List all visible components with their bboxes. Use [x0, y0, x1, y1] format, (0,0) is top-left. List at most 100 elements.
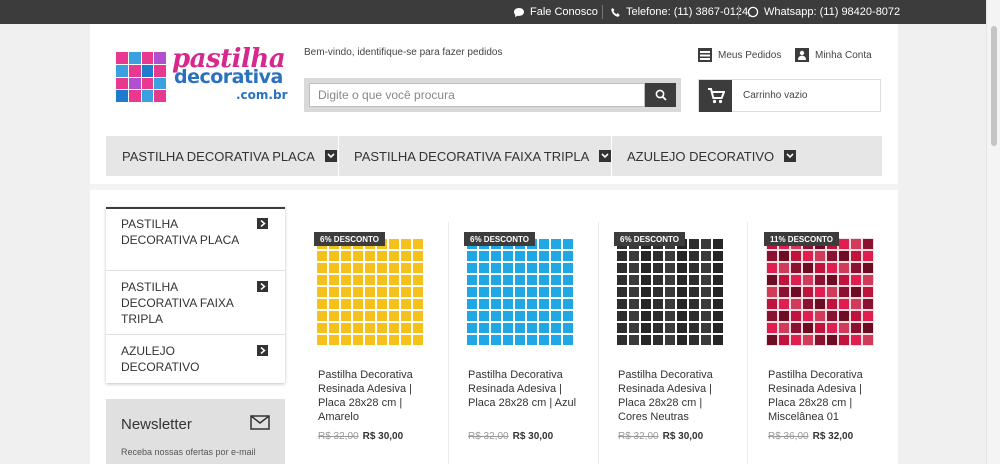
mosaic-tile — [503, 299, 513, 309]
mosaic-tile — [701, 263, 711, 273]
mosaic-tile — [389, 299, 399, 309]
mosaic-tile — [863, 335, 873, 345]
nav-item-azulejo[interactable]: AZULEJO DECORATIVO — [627, 136, 797, 176]
mosaic-tile — [341, 287, 351, 297]
mosaic-tile — [665, 323, 675, 333]
mosaic-tile — [503, 275, 513, 285]
my-account-link[interactable]: Minha Conta — [795, 48, 872, 62]
mosaic-tile — [653, 335, 663, 345]
mosaic-tile — [689, 263, 699, 273]
cart-box[interactable]: Carrinho vazio — [698, 79, 881, 112]
sidebar-item-faixa-tripla[interactable]: PASTILHA DECORATIVA FAIXA TRIPLA — [106, 272, 285, 335]
mosaic-tile — [467, 335, 477, 345]
mosaic-tile — [551, 335, 561, 345]
newsletter-subtitle: Receba nossas ofertas por e-mail — [121, 447, 256, 457]
mosaic-tile — [365, 287, 375, 297]
scrollbar-thumb[interactable] — [991, 26, 997, 146]
mosaic-tile — [863, 299, 873, 309]
mosaic-tile — [629, 275, 639, 285]
site-logo[interactable]: pastilha decorativa .com.br — [116, 44, 288, 106]
mosaic-tile — [779, 263, 789, 273]
mosaic-tile — [653, 323, 663, 333]
mosaic-tile — [491, 251, 501, 261]
mosaic-tile — [353, 251, 363, 261]
phone-link[interactable]: Telefone: (11) 3867-0124 — [610, 0, 748, 24]
vertical-scrollbar[interactable] — [986, 0, 1000, 464]
mosaic-tile — [779, 275, 789, 285]
product-name[interactable]: Pastilha Decorativa Resinada Adesiva | P… — [768, 368, 883, 424]
mosaic-tile — [815, 287, 825, 297]
mosaic-tile — [527, 299, 537, 309]
mosaic-tile — [329, 263, 339, 273]
mosaic-tile — [629, 263, 639, 273]
divider — [738, 5, 739, 19]
mosaic-tile — [827, 263, 837, 273]
mosaic-tile — [479, 251, 489, 261]
search-bar — [304, 78, 681, 112]
product-image[interactable] — [616, 238, 724, 346]
sidebar-item-azulejo[interactable]: AZULEJO DECORATIVO — [106, 336, 285, 383]
product-card[interactable]: 6% DESCONTO Pastilha Decorativa Resinada… — [448, 222, 598, 464]
mosaic-tile — [353, 263, 363, 273]
mosaic-tile — [815, 299, 825, 309]
product-name[interactable]: Pastilha Decorativa Resinada Adesiva | P… — [618, 368, 733, 424]
mosaic-tile — [413, 311, 423, 321]
product-image[interactable] — [766, 238, 874, 346]
search-button[interactable] — [645, 83, 676, 107]
product-card[interactable]: 6% DESCONTO Pastilha Decorativa Resinada… — [298, 222, 448, 464]
search-input[interactable] — [309, 83, 645, 107]
mosaic-tile — [479, 299, 489, 309]
product-image[interactable] — [316, 238, 424, 346]
mosaic-tile — [563, 287, 573, 297]
divider — [338, 136, 339, 176]
mosaic-tile — [677, 299, 687, 309]
mosaic-tile — [677, 251, 687, 261]
my-orders-link[interactable]: Meus Pedidos — [698, 48, 781, 62]
mosaic-tile — [539, 251, 549, 261]
mosaic-tile — [563, 311, 573, 321]
mosaic-tile — [413, 251, 423, 261]
mosaic-tile — [329, 323, 339, 333]
nav-item-placa[interactable]: PASTILHA DECORATIVA PLACA — [122, 136, 337, 176]
mosaic-tile — [767, 311, 777, 321]
product-name[interactable]: Pastilha Decorativa Resinada Adesiva | P… — [468, 368, 583, 410]
mosaic-tile — [563, 323, 573, 333]
discount-badge: 6% DESCONTO — [464, 232, 535, 246]
product-card[interactable]: 11% DESCONTO Pastilha Decorativa Resinad… — [748, 222, 898, 464]
mosaic-tile — [629, 299, 639, 309]
mosaic-tile — [629, 335, 639, 345]
whatsapp-link[interactable]: Whatsapp: (11) 98420-8072 — [747, 0, 900, 24]
mosaic-tile — [401, 311, 411, 321]
mosaic-tile — [389, 311, 399, 321]
nav-item-faixa-tripla[interactable]: PASTILHA DECORATIVA FAIXA TRIPLA — [354, 136, 612, 176]
contact-link[interactable]: Fale Conosco — [513, 0, 598, 24]
mosaic-tile — [389, 251, 399, 261]
mosaic-tile — [827, 299, 837, 309]
mosaic-tile — [527, 287, 537, 297]
mosaic-tile — [467, 251, 477, 261]
mosaic-tile — [353, 287, 363, 297]
chevron-right-icon — [257, 281, 268, 292]
nav-label: PASTILHA DECORATIVA FAIXA TRIPLA — [354, 148, 590, 164]
mosaic-tile — [551, 287, 561, 297]
sidebar-item-placa[interactable]: PASTILHA DECORATIVA PLACA — [106, 209, 285, 271]
product-name[interactable]: Pastilha Decorativa Resinada Adesiva | P… — [318, 368, 433, 424]
mosaic-tile — [341, 263, 351, 273]
welcome-text[interactable]: Bem-vindo, identifique-se para fazer ped… — [304, 47, 502, 58]
mosaic-tile — [701, 275, 711, 285]
product-card[interactable]: 6% DESCONTO Pastilha Decorativa Resinada… — [598, 222, 748, 464]
page-container: pastilha decorativa .com.br Bem-vindo, i… — [90, 24, 898, 464]
mosaic-tile — [515, 299, 525, 309]
product-image[interactable] — [466, 238, 574, 346]
divider — [611, 136, 612, 176]
mosaic-tile — [803, 299, 813, 309]
sidebar-item-label: PASTILHA DECORATIVA PLACA — [121, 217, 240, 247]
mosaic-tile — [467, 287, 477, 297]
mosaic-tile — [365, 335, 375, 345]
mosaic-tile — [551, 311, 561, 321]
mosaic-tile — [779, 335, 789, 345]
mosaic-tile — [791, 263, 801, 273]
mosaic-tile — [329, 251, 339, 261]
mosaic-tile — [317, 275, 327, 285]
mosaic-tile — [389, 275, 399, 285]
